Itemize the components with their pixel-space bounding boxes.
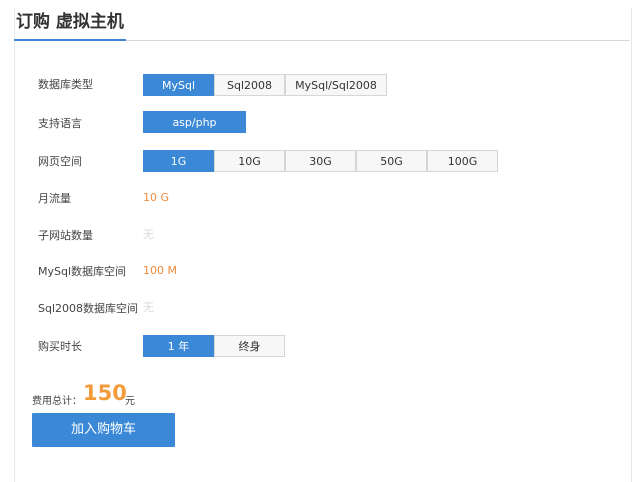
total-amount: 150 xyxy=(83,381,127,405)
language-label: 支持语言 xyxy=(38,117,82,130)
page-title: 订购 虚拟主机 xyxy=(16,12,124,32)
web-space-option-30g[interactable]: 30G xyxy=(285,150,356,172)
monthly-traffic-label: 月流量 xyxy=(38,192,71,205)
db-type-option-mysql[interactable]: MySql xyxy=(143,74,214,96)
web-space-option-1g[interactable]: 1G xyxy=(143,150,214,172)
panel-header: 订购 虚拟主机 xyxy=(14,8,630,41)
web-space-option-50g[interactable]: 50G xyxy=(356,150,427,172)
db-type-option-sql2008[interactable]: Sql2008 xyxy=(214,74,285,96)
monthly-traffic-value: 10 G xyxy=(143,191,170,204)
duration-option-lifetime[interactable]: 终身 xyxy=(214,335,285,357)
web-space-option-100g[interactable]: 100G xyxy=(427,150,498,172)
web-space-option-10g[interactable]: 10G xyxy=(214,150,285,172)
duration-label: 购买时长 xyxy=(38,340,82,353)
sql2008-space-value: 无 xyxy=(143,301,154,314)
db-type-option-mysql-sql2008[interactable]: MySql/Sql2008 xyxy=(285,74,387,96)
title-underline xyxy=(14,39,126,41)
mysql-space-value: 100 M xyxy=(143,264,177,277)
duration-option-1-year[interactable]: 1 年 xyxy=(143,335,214,357)
web-space-label: 网页空间 xyxy=(38,155,82,168)
language-option-asp-php[interactable]: asp/php xyxy=(143,111,246,133)
total-unit: 元 xyxy=(125,396,135,407)
mysql-space-label: MySql数据库空间 xyxy=(38,265,127,278)
sql2008-space-label: Sql2008数据库空间 xyxy=(38,302,139,315)
subsite-count-label: 子网站数量 xyxy=(38,229,93,242)
db-type-label: 数据库类型 xyxy=(38,78,93,91)
subsite-count-value: 无 xyxy=(143,228,154,241)
add-to-cart-button[interactable]: 加入购物车 xyxy=(32,413,175,447)
total-label: 费用总计： xyxy=(32,396,82,407)
